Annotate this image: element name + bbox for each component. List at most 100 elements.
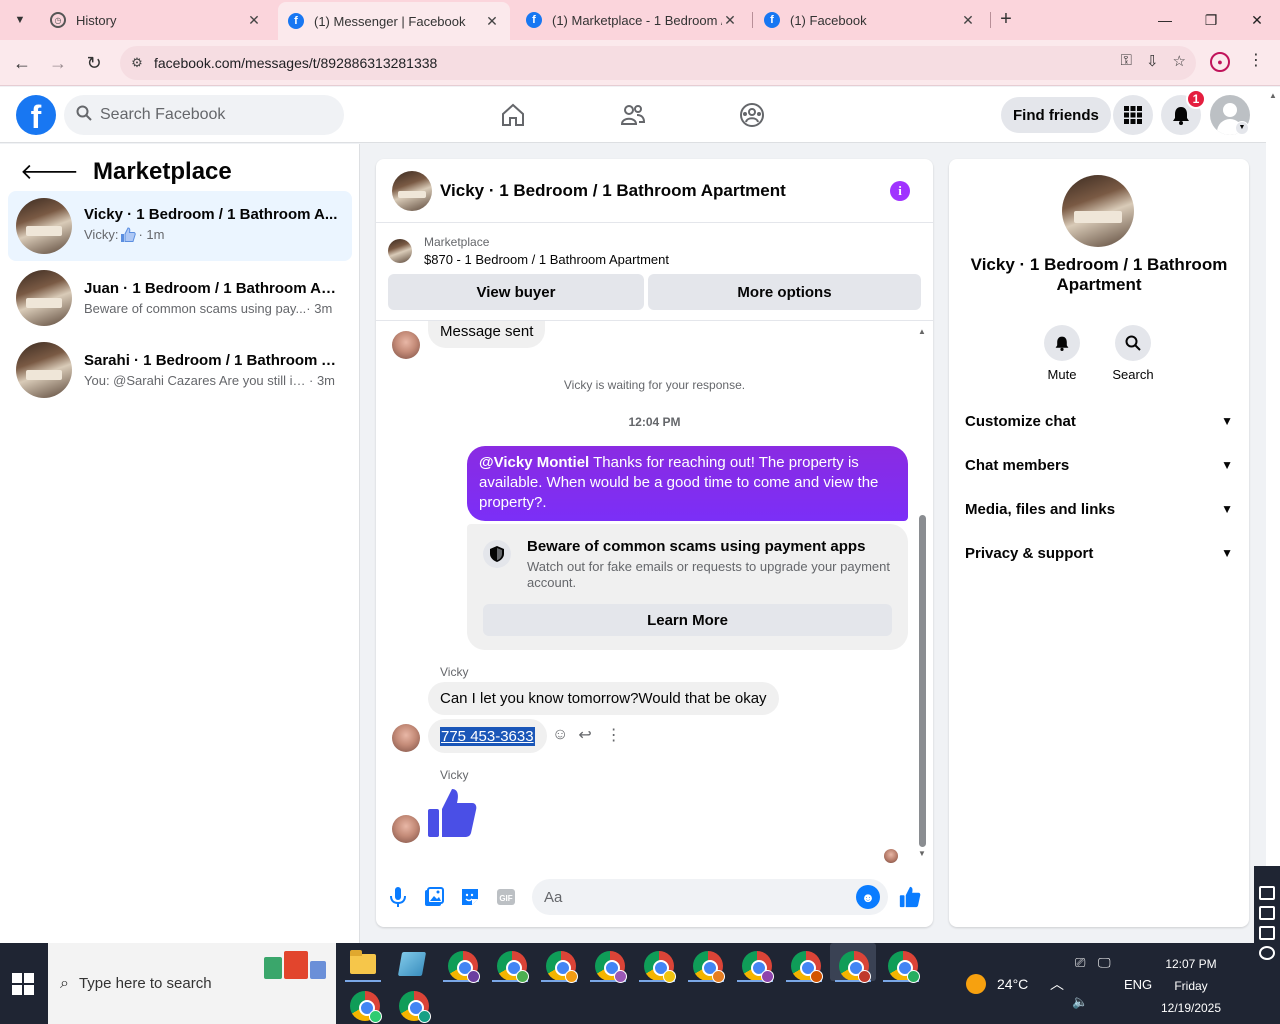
address-bar[interactable]: ⚙ facebook.com/messages/t/89288631328133…: [120, 46, 1196, 80]
chat-members-section[interactable]: Chat members ▼: [965, 451, 1233, 479]
restore-button[interactable]: ❐: [1188, 0, 1234, 40]
conversation-item[interactable]: Vicky · 1 Bedroom / 1 Bathroom A... Vick…: [8, 191, 352, 261]
star-icon[interactable]: ☆: [1173, 52, 1186, 70]
chrome-icon[interactable]: [497, 951, 529, 983]
conversation-item[interactable]: Sarahi · 1 Bedroom / 1 Bathroom A... You…: [8, 335, 352, 405]
chevron-up-icon[interactable]: ︿: [1050, 974, 1064, 994]
meet-now-icon[interactable]: ⎚: [1075, 955, 1085, 971]
key-icon[interactable]: ⚿: [1121, 52, 1132, 70]
gift-boxes-icon[interactable]: [264, 949, 330, 979]
scroll-up-icon[interactable]: ▲: [918, 327, 926, 336]
media-files-links-section[interactable]: Media, files and links ▼: [965, 495, 1233, 523]
info-icon[interactable]: i: [890, 181, 910, 201]
home-nav[interactable]: [497, 99, 529, 131]
close-window-button[interactable]: ✕: [1234, 0, 1280, 40]
taskbar-search-input[interactable]: [78, 975, 249, 992]
message-bubble[interactable]: Can I let you know tomorrow?Would that b…: [428, 682, 779, 715]
mute-button[interactable]: Mute: [1032, 325, 1092, 382]
menu-button[interactable]: [1113, 95, 1153, 135]
groups-nav[interactable]: [736, 99, 768, 131]
install-icon[interactable]: ⇩: [1146, 52, 1159, 70]
view-buyer-button[interactable]: View buyer: [388, 274, 644, 310]
chevron-down-icon[interactable]: ▼: [1235, 121, 1249, 135]
phone-number[interactable]: 775 453-3633: [440, 726, 535, 746]
scroll-up-icon[interactable]: ▲: [1269, 91, 1277, 100]
chrome-icon[interactable]: [644, 951, 676, 983]
privacy-support-section[interactable]: Privacy & support ▼: [965, 539, 1233, 567]
like-send-button[interactable]: [898, 885, 922, 909]
learn-more-button[interactable]: Learn More: [483, 604, 892, 636]
minimize-button[interactable]: —: [1142, 0, 1188, 40]
message-list[interactable]: Message sent Vicky is waiting for your r…: [376, 321, 933, 859]
file-explorer-icon[interactable]: [350, 950, 376, 974]
tab-messenger[interactable]: f (1) Messenger | Facebook ✕: [278, 2, 510, 40]
avatar[interactable]: [392, 815, 420, 843]
chrome-icon[interactable]: [742, 951, 774, 983]
close-icon[interactable]: ✕: [960, 12, 976, 29]
message-input-box[interactable]: ☻: [532, 879, 888, 915]
tab-search-menu-button[interactable]: ▼: [6, 6, 34, 34]
react-icon[interactable]: ☺: [552, 726, 568, 744]
window-icon[interactable]: [1259, 926, 1275, 940]
tab-marketplace[interactable]: f (1) Marketplace - 1 Bedroom / ✕: [516, 4, 748, 36]
forward-button[interactable]: →: [44, 49, 72, 77]
customize-chat-section[interactable]: Customize chat ▼: [965, 407, 1233, 435]
chrome-icon[interactable]: [888, 951, 920, 983]
chrome-icon[interactable]: [595, 951, 627, 983]
facebook-search[interactable]: [64, 95, 344, 135]
chat-title[interactable]: Vicky · 1 Bedroom / 1 Bathroom Apartment: [440, 181, 786, 201]
language-indicator[interactable]: ENG: [1124, 977, 1152, 992]
outgoing-message[interactable]: @Vicky Montiel Thanks for reaching out! …: [467, 446, 908, 521]
chrome-icon[interactable]: [693, 951, 725, 983]
browser-profile-icon[interactable]: ●: [1210, 52, 1230, 72]
reload-button[interactable]: ↻: [80, 49, 108, 77]
more-options-button[interactable]: More options: [648, 274, 921, 310]
close-icon[interactable]: ✕: [722, 12, 738, 29]
chrome-icon[interactable]: [350, 991, 382, 1023]
search-chat-button[interactable]: Search: [1103, 325, 1163, 382]
clock[interactable]: 12:07 PM Friday 12/19/2025: [1158, 953, 1224, 1019]
avatar[interactable]: [392, 331, 420, 359]
scrollbar-thumb[interactable]: [919, 515, 926, 847]
chrome-icon[interactable]: [791, 951, 823, 983]
weather-icon[interactable]: [966, 974, 986, 994]
facebook-logo[interactable]: f: [16, 95, 56, 135]
scroll-down-icon[interactable]: ▼: [918, 849, 926, 858]
volume-icon[interactable]: 🔈: [1072, 994, 1088, 1010]
gear-icon[interactable]: [1259, 946, 1275, 960]
facebook-search-input[interactable]: [100, 106, 320, 124]
friends-nav[interactable]: [617, 99, 649, 131]
camera-icon[interactable]: [1259, 886, 1275, 900]
video-icon[interactable]: [1259, 906, 1275, 920]
photo-icon[interactable]: [422, 885, 446, 909]
find-friends-button[interactable]: Find friends: [1001, 97, 1111, 133]
close-icon[interactable]: ✕: [246, 12, 262, 29]
reply-icon[interactable]: ↩: [578, 725, 591, 745]
weather-temp[interactable]: 24°C: [997, 976, 1028, 992]
gif-icon[interactable]: GIF: [494, 885, 518, 909]
chrome-icon[interactable]: [839, 951, 871, 983]
new-tab-button[interactable]: +: [994, 8, 1018, 32]
listing-photo[interactable]: [1062, 175, 1134, 247]
network-icon[interactable]: 🖵: [1098, 955, 1111, 971]
message-input[interactable]: [544, 888, 834, 906]
tab-history[interactable]: ◷ History ✕: [40, 4, 272, 36]
chat-scrollbar[interactable]: ▲ ▼: [916, 327, 928, 859]
emoji-icon[interactable]: ☻: [856, 885, 880, 909]
marketplace-listing-row[interactable]: Marketplace $870 - 1 Bedroom / 1 Bathroo…: [388, 235, 669, 267]
message-bubble[interactable]: Message sent: [428, 321, 546, 348]
more-icon[interactable]: ⋮: [606, 725, 622, 745]
sticker-icon[interactable]: [458, 885, 482, 909]
close-icon[interactable]: ✕: [484, 13, 500, 30]
back-button[interactable]: ←: [8, 49, 36, 77]
page-scrollbar[interactable]: ▲: [1266, 87, 1280, 943]
tab-facebook[interactable]: f (1) Facebook ✕: [754, 4, 986, 36]
taskbar-search[interactable]: ⌕: [48, 943, 336, 1024]
chrome-icon[interactable]: [448, 951, 480, 983]
browser-menu-icon[interactable]: ⋮: [1248, 50, 1264, 70]
chrome-icon[interactable]: [399, 991, 431, 1023]
notepad-icon[interactable]: [397, 952, 427, 976]
thumbs-up-icon[interactable]: [426, 787, 478, 844]
windows-start-icon[interactable]: [12, 973, 34, 995]
site-settings-icon[interactable]: ⚙: [120, 55, 154, 71]
